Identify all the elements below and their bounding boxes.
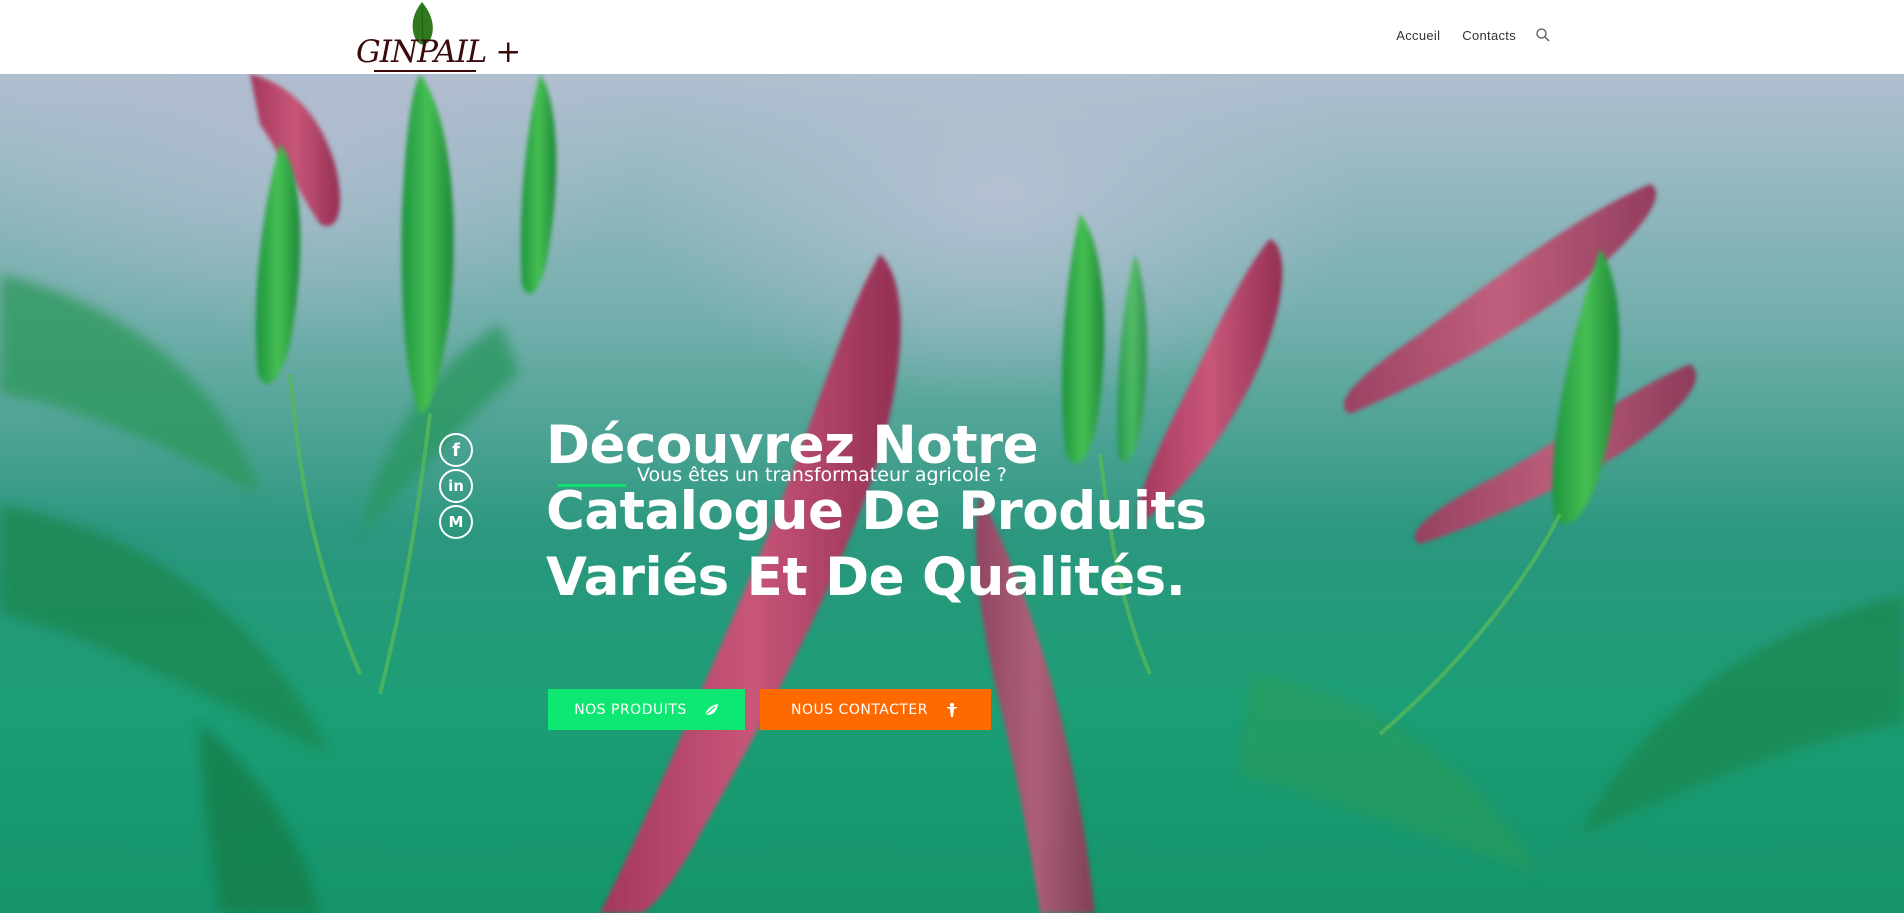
site-logo[interactable]: GINPAIL + <box>354 0 521 74</box>
social-links: f in M <box>439 433 473 539</box>
person-icon <box>947 702 958 717</box>
products-button-label: NOS PRODUITS <box>574 701 687 718</box>
linkedin-icon[interactable]: in <box>439 469 473 503</box>
logo-text: GINPAIL + <box>356 34 521 70</box>
medium-icon[interactable]: M <box>439 505 473 539</box>
headline-line-2: Catalogue De Produits <box>546 481 1207 542</box>
nav-home-link[interactable]: Accueil <box>1385 28 1451 43</box>
headline-line-1: Découvrez Notre <box>546 415 1039 476</box>
facebook-glyph: f <box>452 439 460 461</box>
products-button[interactable]: NOS PRODUITS <box>548 689 745 730</box>
linkedin-glyph: in <box>448 477 464 495</box>
hero-section: f in M Vous êtes un transformateur agric… <box>0 74 1904 913</box>
headline-line-3: Variés Et De Qualités. <box>546 547 1186 608</box>
medium-glyph: M <box>448 513 464 531</box>
logo-underline <box>374 70 476 72</box>
contact-button[interactable]: NOUS CONTACTER <box>760 689 991 730</box>
leaf-icon <box>703 703 718 717</box>
main-nav: Accueil Contacts <box>1385 0 1551 70</box>
nav-contacts-link[interactable]: Contacts <box>1451 28 1527 43</box>
contact-button-label: NOUS CONTACTER <box>790 701 929 718</box>
search-icon[interactable] <box>1535 27 1551 43</box>
hero-headline: Découvrez Notre Catalogue De Produits Va… <box>546 413 1246 611</box>
facebook-icon[interactable]: f <box>439 433 473 467</box>
site-header: GINPAIL + Accueil Contacts <box>0 0 1904 74</box>
